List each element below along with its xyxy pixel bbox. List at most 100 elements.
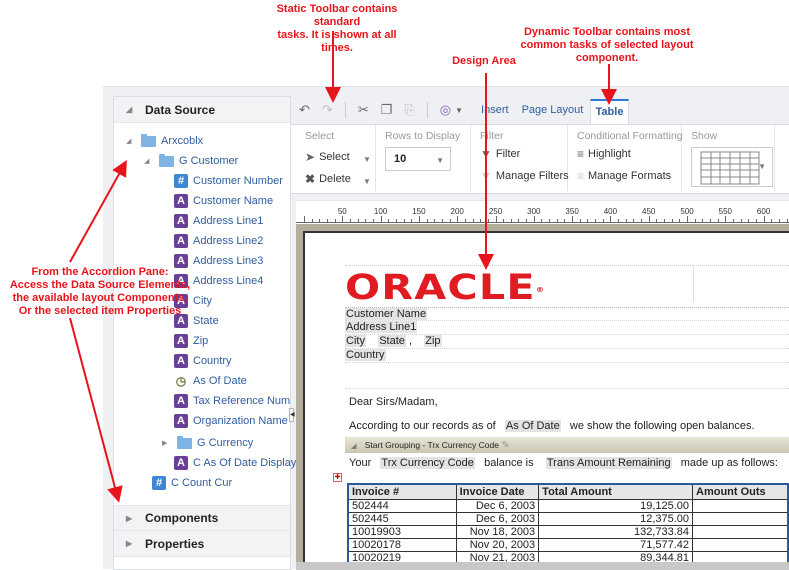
show-options-select[interactable]: ▼	[691, 147, 773, 187]
manage-formats-icon: ≡	[577, 169, 585, 183]
col-total-amount[interactable]: Total Amount	[538, 483, 694, 500]
cut-icon[interactable]: ✂	[358, 102, 369, 118]
col-invoice-date[interactable]: Invoice Date	[455, 483, 540, 500]
accordion-components-header[interactable]: ▶ Components	[114, 505, 290, 531]
tree-node[interactable]: ◢ G Customer	[144, 152, 238, 170]
rows-to-display-select[interactable]: 10 ▼	[385, 147, 451, 171]
text-field-icon: A	[174, 394, 188, 408]
tree-node[interactable]: ◢ Arxcoblx	[126, 132, 203, 150]
balance-paragraph: Your Trx Currency Code balance is Trans …	[349, 457, 778, 469]
number-field-icon: #	[152, 476, 166, 490]
static-toolbar-annotation: Static Toolbar contains standard tasks. …	[262, 3, 412, 55]
redo-icon[interactable]: ↷	[322, 102, 333, 118]
tree-node-label: Address Line2	[193, 235, 264, 247]
table-row[interactable]: 10020178 Nov 20, 2003 71,577.42	[347, 537, 789, 552]
tree-node-label: Tax Reference Num	[193, 395, 291, 407]
annotation-line: From the Accordion Pane:	[31, 266, 169, 278]
tree-node[interactable]: A Zip	[174, 332, 208, 350]
table-row[interactable]: 10019903 Nov 18, 2003 132,733.84	[347, 524, 789, 539]
highlight-button[interactable]: ≡ Highlight	[577, 147, 631, 161]
chevron-down-icon[interactable]: ▼	[455, 106, 463, 115]
as-of-date-field[interactable]: As Of Date	[504, 420, 561, 432]
accordion-annotation: From the Accordion Pane: Access the Data…	[0, 266, 200, 318]
select-dropdown-icon[interactable]: ▼	[363, 155, 371, 164]
country-field[interactable]: Country	[345, 349, 386, 361]
accordion-properties-header[interactable]: ▶ Properties	[114, 531, 290, 557]
select-group: Select ➤ Select ▼ ✖ Delete ▼	[291, 125, 376, 191]
design-area-page[interactable]: ORACLE® Customer Name Address Line1 City…	[303, 231, 789, 570]
edit-pencil-icon[interactable]: ✎	[501, 440, 509, 451]
tree-node-label: Country	[193, 355, 232, 367]
undo-icon[interactable]: ↶	[299, 102, 310, 118]
dynamic-toolbar-annotation: Dynamic Toolbar contains most common tas…	[512, 26, 702, 65]
conditional-formatting-group: Conditional Formatting ≡ Highlight ≡ Man…	[569, 125, 683, 191]
paste-icon[interactable]: ⎘	[404, 102, 414, 118]
ruler-label: 600	[756, 207, 771, 216]
preview-icon[interactable]: ◎	[440, 102, 451, 118]
tree-node[interactable]: ▶ G Currency	[162, 434, 253, 452]
col-amount-outstanding[interactable]: Amount Outs	[692, 483, 789, 500]
filter-group: Filter ▼ Filter ▼ Manage Filters	[472, 125, 569, 191]
trx-currency-code-field[interactable]: Trx Currency Code	[380, 457, 475, 469]
invoice-table[interactable]: Invoice # Invoice Date Total Amount Amou…	[347, 483, 789, 566]
funnel-disabled-icon: ▼	[480, 169, 492, 183]
tree-node[interactable]: A C As Of Date Display	[174, 454, 296, 472]
tree-node[interactable]: A Tax Reference Num	[174, 392, 290, 410]
state-field[interactable]: State	[378, 335, 406, 347]
address-line1-field[interactable]: Address Line1	[345, 321, 418, 333]
copy-icon[interactable]: ❐	[381, 102, 393, 118]
greeting-text: Dear Sirs/Madam,	[349, 396, 438, 408]
table-move-handle-icon[interactable]: ✚	[333, 473, 342, 482]
table-row[interactable]: 502445 Dec 6, 2003 12,375.00	[347, 511, 789, 526]
customer-name-row: Customer Name	[345, 307, 789, 321]
date-field-icon: ◷	[175, 374, 187, 388]
chevron-down-icon: ▼	[758, 162, 766, 171]
table-header-row: Invoice # Invoice Date Total Amount Amou…	[347, 483, 789, 500]
blank-row	[345, 363, 789, 389]
table-row[interactable]: 502444 Dec 6, 2003 19,125.00	[347, 498, 789, 513]
annotation-line: Or the selected item Properties	[18, 305, 182, 317]
toolbar-divider	[344, 102, 346, 118]
expand-triangle-icon: ▶	[126, 513, 133, 523]
manage-filters-button[interactable]: ▼ Manage Filters	[480, 169, 569, 183]
tree-node[interactable]: # Customer Number	[174, 172, 283, 190]
col-invoice-number[interactable]: Invoice #	[347, 483, 457, 500]
customer-name-field[interactable]: Customer Name	[345, 308, 428, 320]
manage-formats-button[interactable]: ≡ Manage Formats	[577, 169, 671, 183]
tree-node[interactable]: A Organization Name	[174, 412, 288, 430]
delete-button[interactable]: ✖ Delete	[305, 172, 351, 186]
trans-amount-remaining-field[interactable]: Trans Amount Remaining	[545, 457, 672, 469]
report-editor: ◢ Data Source ◢ Arxcoblx ◢ G Customer # Custo…	[103, 86, 789, 570]
tree-node-label: Arxcoblx	[161, 135, 204, 147]
tree-node[interactable]: A Address Line1	[174, 212, 263, 230]
horizontal-ruler: 50 100 150 200 250 300 350 400 450 500 550 600	[296, 200, 789, 224]
collapse-triangle-icon[interactable]: ◢	[126, 137, 136, 145]
annotation-line: Access the Data Source Elements,	[9, 279, 191, 291]
filter-button[interactable]: ▼ Filter	[480, 147, 520, 161]
expand-triangle-icon[interactable]: ▶	[162, 439, 172, 447]
tab-page-layout[interactable]: Page Layout	[522, 104, 584, 116]
city-field[interactable]: City	[345, 335, 366, 347]
zip-field[interactable]: Zip	[424, 335, 442, 347]
start-grouping-bar[interactable]: ◢ Start Grouping - Trx Currency Code ✎	[345, 437, 789, 453]
tree-node-label: C As Of Date Display	[193, 457, 297, 469]
ruler-label: 550	[718, 207, 732, 216]
oracle-logo: ORACLE®	[345, 270, 545, 306]
accordion-data-source-header[interactable]: ◢ Data Source	[114, 97, 290, 123]
pane-splitter-handle[interactable]: ◀	[289, 408, 295, 422]
tree-node[interactable]: A Address Line2	[174, 232, 263, 250]
highlight-icon: ≡	[577, 147, 585, 161]
header-divider	[693, 266, 694, 302]
select-button[interactable]: ➤ Select	[305, 150, 350, 164]
tree-node-label: Customer Number	[193, 175, 283, 187]
delete-label: Delete	[319, 173, 351, 185]
tree-node[interactable]: # C Count Cur	[152, 474, 232, 492]
delete-dropdown-icon[interactable]: ▼	[363, 177, 371, 186]
tab-insert[interactable]: Insert	[481, 104, 509, 116]
collapse-triangle-icon[interactable]: ◢	[144, 157, 154, 165]
tab-table[interactable]: Table	[590, 99, 629, 125]
tree-node-label: Customer Name	[193, 195, 274, 207]
tree-node[interactable]: ◷ As Of Date	[174, 372, 247, 390]
tree-node[interactable]: A Customer Name	[174, 192, 273, 210]
tree-node[interactable]: A Country	[174, 352, 232, 370]
